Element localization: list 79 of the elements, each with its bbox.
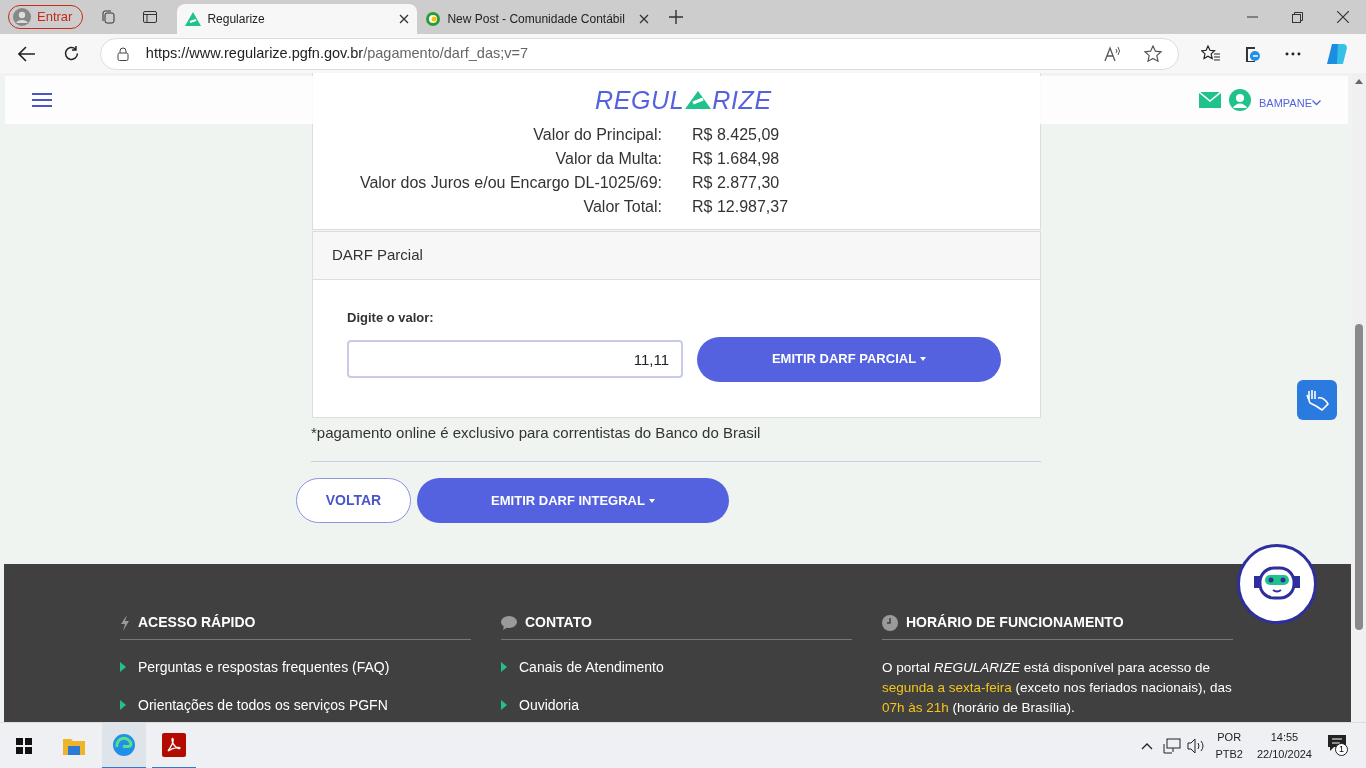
- triangle-logo-icon: [185, 12, 202, 26]
- chevron-up-icon[interactable]: [1141, 741, 1154, 750]
- lock-icon: [116, 46, 129, 61]
- keyboard-layout[interactable]: PTB2: [1215, 745, 1243, 763]
- summary-value: R$ 2.877,30: [692, 173, 780, 193]
- refresh-icon[interactable]: [62, 45, 80, 62]
- scroll-up-arrow-icon[interactable]: [1355, 79, 1363, 84]
- caret-icon: [648, 498, 655, 503]
- back-arrow-icon[interactable]: [18, 45, 36, 62]
- footer-heading: ACESSO RÁPIDO: [138, 613, 256, 632]
- close-icon[interactable]: [639, 14, 650, 24]
- regularize-logo: REGUL RIZE: [595, 87, 772, 113]
- tab-title: New Post - Comunidade Contábil: [447, 11, 626, 28]
- copilot-icon[interactable]: [1326, 42, 1348, 65]
- close-icon[interactable]: [1337, 11, 1349, 23]
- speaker-icon[interactable]: [1187, 737, 1206, 754]
- browser-tab[interactable]: New Post - Comunidade Contábil: [417, 4, 658, 34]
- footer-link[interactable]: Orientações de todos os serviços PGFN: [138, 694, 388, 716]
- clock-date[interactable]: 22/10/2024: [1256, 745, 1312, 763]
- card-title: DARF Parcial: [332, 245, 423, 266]
- browser-e-icon[interactable]: [1243, 44, 1262, 63]
- footer-link[interactable]: Perguntas e respostas frequentes (FAQ): [138, 656, 390, 678]
- url-text: https://www.regularize.pgfn.gov.br/pagamento/darf_das;v=7: [145, 43, 529, 63]
- circle-logo-icon: [425, 11, 442, 27]
- footer-heading: CONTATO: [525, 613, 592, 632]
- caret-icon: [920, 357, 927, 361]
- windows-start-icon[interactable]: [16, 737, 32, 754]
- star-icon[interactable]: [1144, 44, 1163, 63]
- emit-partial-button[interactable]: EMITIR DARF PARCIAL: [697, 336, 1001, 382]
- summary-value: R$ 8.425,09: [692, 125, 780, 145]
- footer-hours-text: O portal REGULARIZE está disponível para acesso de segunda a sexta-feira (exceto nos feriados nacionais), das 07h às 21h (horário de Brasília).: [882, 659, 1233, 717]
- pdf-icon: [162, 732, 186, 757]
- summary-value: R$ 1.684,98: [692, 149, 780, 169]
- tab-title: Regularize: [207, 11, 266, 28]
- close-icon[interactable]: [399, 14, 410, 24]
- triangle-bullet-icon: [501, 700, 507, 710]
- menu-icon[interactable]: [32, 93, 52, 107]
- clock-time[interactable]: 14:55: [1270, 728, 1299, 746]
- triangle-bullet-icon: [120, 700, 126, 710]
- person-icon: [13, 8, 31, 26]
- workspaces-icon[interactable]: [100, 9, 117, 25]
- address-bar[interactable]: https://www.regularize.pgfn.gov.br/pagamento/darf_das;v=7: [99, 37, 1180, 70]
- read-aloud-icon[interactable]: [1104, 45, 1123, 62]
- summary-label: Valor da Multa:: [554, 149, 662, 169]
- summary-value: R$ 12.987,37: [692, 197, 789, 217]
- browser-wave-icon: [112, 732, 136, 757]
- summary-label: Valor do Principal:: [532, 125, 662, 145]
- scrollbar[interactable]: [1352, 73, 1366, 722]
- taskbar-browser-button[interactable]: [102, 722, 146, 768]
- triangle-logo-icon: [684, 90, 713, 110]
- robot-icon: [1252, 566, 1302, 602]
- back-button[interactable]: VOLTAR: [296, 478, 411, 523]
- hands-icon: [1305, 389, 1329, 411]
- footer-link[interactable]: Canais de Atendimento: [519, 656, 664, 678]
- triangle-bullet-icon: [120, 662, 126, 672]
- favorites-icon[interactable]: [1201, 45, 1221, 62]
- restore-icon[interactable]: [1292, 11, 1303, 23]
- emit-integral-button[interactable]: EMITIR DARF INTEGRAL: [417, 478, 729, 523]
- summary-label: Valor Total:: [582, 197, 662, 217]
- new-tab-icon[interactable]: [669, 10, 684, 24]
- footer-heading: HORÁRIO DE FUNCIONAMENTO: [906, 613, 1124, 632]
- language-code[interactable]: POR: [1217, 728, 1242, 746]
- sign-language-button[interactable]: [1297, 380, 1337, 420]
- folder-icon[interactable]: [63, 736, 85, 755]
- tab-actions-icon[interactable]: [142, 9, 159, 25]
- field-label: Digite o valor:: [347, 309, 435, 327]
- network-icon[interactable]: [1163, 737, 1182, 754]
- note-text: *pagamento online é exclusivo para correntistas do Banco do Brasil: [311, 422, 762, 443]
- triangle-bullet-icon: [501, 662, 507, 672]
- chevron-down-icon: [1312, 100, 1321, 106]
- clock-icon: [882, 614, 898, 631]
- value-input[interactable]: 11,11: [347, 340, 683, 378]
- lightning-icon: [120, 614, 130, 631]
- summary-label: Valor dos Juros e/ou Encargo DL-1025/69:: [358, 173, 662, 193]
- more-icon[interactable]: [1285, 51, 1302, 56]
- browser-tab[interactable]: Regularize: [177, 4, 418, 34]
- speech-bubble-icon: [501, 615, 517, 630]
- user-menu[interactable]: BAMPANE: [1259, 94, 1321, 112]
- footer-link[interactable]: Ouvidoria: [519, 694, 579, 716]
